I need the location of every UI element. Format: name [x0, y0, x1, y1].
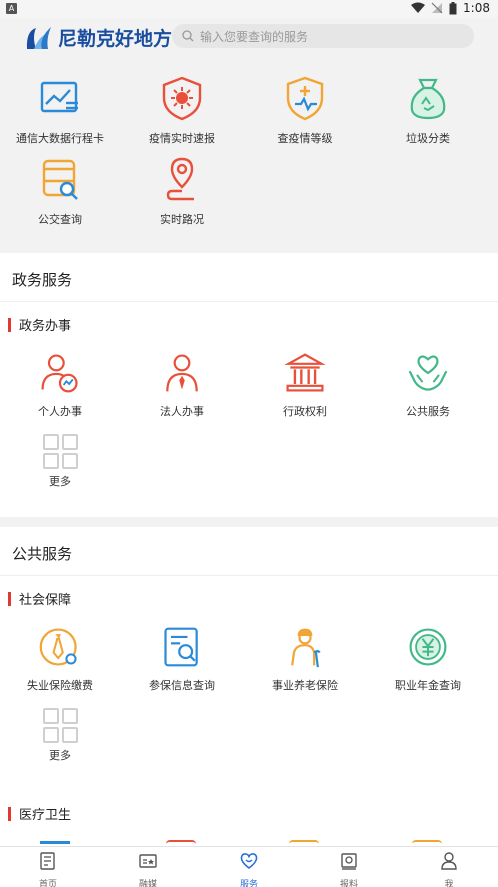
media-icon — [139, 854, 157, 868]
accent-bar — [8, 591, 11, 606]
sub-section-title: 政务办事 — [8, 315, 71, 334]
service-epidemic-report[interactable]: 疫情实时速报 — [122, 74, 242, 146]
service-label: 实时路况 — [160, 213, 204, 226]
sub-section-title: 医疗卫生 — [8, 804, 71, 823]
tie-circle-icon — [39, 628, 77, 666]
service-label: 垃圾分类 — [406, 132, 450, 145]
public-item-insurance-query[interactable]: 参保信息查询 — [122, 625, 242, 693]
bus-search-icon — [42, 159, 78, 200]
public-item-unemployment[interactable]: 失业保险缴费 — [0, 625, 120, 693]
document-search-icon — [164, 627, 198, 667]
gov-item-label: 行政权利 — [283, 405, 327, 418]
gov-services-card: 政务服务 政务办事 个人办事 法人办事 行政权利 公共服务 更多 — [0, 253, 498, 517]
sub-section-title: 社会保障 — [8, 589, 71, 608]
home-doc-icon — [40, 852, 55, 870]
divider — [0, 575, 498, 576]
battery-icon — [449, 1, 457, 14]
service-epidemic-level[interactable]: 查疫情等级 — [245, 74, 365, 146]
public-item-pension[interactable]: 事业养老保险 — [245, 625, 365, 693]
service-label: 查疫情等级 — [277, 132, 333, 145]
public-services-card: 公共服务 社会保障 失业保险缴费 参保信息查询 事业养老保险 职业年金查询 更多… — [0, 527, 498, 847]
clock: 1:08 — [463, 1, 490, 15]
service-label: 通信大数据行程卡 — [16, 132, 104, 145]
tab-media[interactable]: 融媒 — [118, 851, 178, 887]
top-services-grid: 通信大数据行程卡 疫情实时速报 查疫情等级 垃圾分类 公交查询 实时路况 — [0, 60, 498, 250]
app-name: 尼勒克好地方 — [58, 28, 173, 50]
tab-label: 融媒 — [138, 880, 157, 887]
tab-home[interactable]: 首页 — [18, 851, 78, 887]
yuan-coin-icon — [409, 628, 447, 666]
app-logo: 尼勒克好地方 — [24, 24, 172, 51]
search-placeholder: 输入您要查询的服务 — [200, 29, 309, 44]
tab-service[interactable]: 服务 — [219, 851, 279, 887]
sub-section-label: 医疗卫生 — [19, 808, 72, 823]
wifi-icon — [411, 2, 426, 13]
report-icon — [341, 853, 357, 870]
tab-report[interactable]: 报料 — [319, 851, 379, 887]
more-label: 更多 — [49, 749, 71, 762]
recycle-bag-icon — [410, 78, 446, 120]
search-input[interactable]: 输入您要查询的服务 — [172, 24, 474, 48]
service-label: 疫情实时速报 — [149, 132, 215, 145]
virus-shield-icon — [162, 76, 202, 121]
tab-label: 我 — [444, 880, 454, 887]
partial-icon — [166, 840, 196, 844]
tab-label: 首页 — [38, 880, 57, 887]
public-item-label: 失业保险缴费 — [27, 679, 93, 692]
accent-bar — [8, 806, 11, 821]
bottom-tab-bar: 首页 融媒 服务 报料 我 — [0, 846, 498, 887]
divider — [0, 301, 498, 302]
section-title: 政务服务 — [12, 271, 73, 289]
elderly-person-icon — [291, 628, 321, 668]
more-label: 更多 — [49, 475, 71, 488]
gov-item-admin-rights[interactable]: 行政权利 — [245, 351, 365, 419]
service-live-traffic[interactable]: 实时路况 — [122, 155, 242, 227]
heart-hands-icon — [408, 355, 448, 391]
gov-item-legal-person[interactable]: 法人办事 — [122, 351, 242, 419]
person-chart-icon — [41, 354, 78, 393]
section-title: 公共服务 — [12, 545, 73, 563]
service-garbage-sorting[interactable]: 垃圾分类 — [368, 74, 488, 146]
person-tie-icon — [166, 354, 198, 392]
search-icon — [182, 30, 194, 42]
tab-me[interactable]: 我 — [419, 851, 479, 887]
gov-item-personal[interactable]: 个人办事 — [0, 351, 120, 419]
gov-item-label: 个人办事 — [38, 405, 82, 418]
logo-icon — [26, 26, 51, 49]
gov-item-public-service[interactable]: 公共服务 — [368, 351, 488, 419]
service-heart-icon — [240, 853, 258, 870]
medical-shield-icon — [286, 76, 324, 121]
app-header: 尼勒克好地方 输入您要查询的服务 — [0, 18, 498, 56]
sub-section-label: 政务办事 — [19, 319, 72, 334]
partial-icon — [40, 841, 70, 844]
location-route-icon — [166, 157, 194, 201]
tab-label: 报料 — [339, 880, 358, 887]
gov-more-button[interactable]: 更多 — [0, 433, 120, 489]
gov-item-label: 公共服务 — [406, 405, 450, 418]
public-more-button[interactable]: 更多 — [0, 707, 120, 763]
notification-badge: A — [6, 3, 17, 14]
accent-bar — [8, 317, 11, 332]
sub-section-label: 社会保障 — [19, 593, 72, 608]
public-item-label: 参保信息查询 — [149, 679, 215, 692]
no-signal-icon — [431, 2, 443, 14]
partial-icon — [289, 840, 319, 844]
status-bar: A 1:08 — [0, 0, 498, 18]
chart-screen-icon — [40, 81, 78, 113]
partial-icon — [412, 840, 442, 844]
gov-item-label: 法人办事 — [160, 405, 204, 418]
service-label: 公交查询 — [38, 213, 82, 226]
service-bus-query[interactable]: 公交查询 — [0, 155, 120, 227]
public-item-annuity-query[interactable]: 职业年金查询 — [368, 625, 488, 693]
public-item-label: 职业年金查询 — [395, 679, 461, 692]
public-item-label: 事业养老保险 — [272, 679, 338, 692]
government-building-icon — [284, 353, 326, 392]
service-itinerary-card[interactable]: 通信大数据行程卡 — [0, 74, 120, 146]
tab-label: 服务 — [239, 880, 258, 887]
user-icon — [441, 852, 457, 870]
more-grid-icon — [42, 433, 78, 469]
more-grid-icon — [42, 707, 78, 743]
